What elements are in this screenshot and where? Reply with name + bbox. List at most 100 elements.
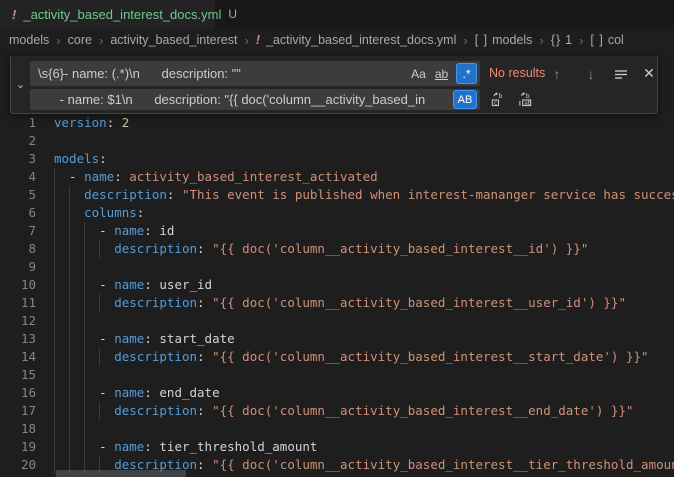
replace-input[interactable]: - name: $1\n description: "{{ doc('colum… [30,89,480,110]
breadcrumb-item-col[interactable]: [ ]col [590,33,623,47]
code-line: 17 description: "{{ doc('column__activit… [0,402,674,420]
breadcrumb-label: core [68,33,92,47]
code-line: 13 - name: start_date [0,330,674,348]
line-number: 9 [0,258,36,276]
breadcrumb-separator-icon: › [56,33,60,48]
breadcrumb-label: models [492,33,532,47]
indent-guide [54,312,55,330]
indent-guide [54,258,55,276]
tab-active-yaml-file[interactable]: ! _activity_based_interest_docs.yml U [0,0,215,28]
code-line-text: description: "{{ doc('column__activity_b… [54,294,626,312]
replace-row: - name: $1\n description: "{{ doc('colum… [11,89,657,110]
code-line: 16 - name: end_date [0,384,674,402]
previous-match-button[interactable]: ↑ [545,62,569,85]
code-line: 19 - name: tier_threshold_amount [0,438,674,456]
replace-all-button[interactable]: b ab [513,89,537,110]
preserve-case-toggle[interactable]: AB [453,90,477,109]
warning-icon: ! [256,33,260,47]
line-number: 15 [0,366,36,384]
match-case-toggle[interactable]: Aa [408,63,429,84]
breadcrumb-label: col [608,33,624,47]
indent-guide [54,420,55,438]
editor-pane[interactable]: 1version: 223models:4 - name: activity_b… [0,52,674,477]
line-number: 18 [0,420,36,438]
tab-bar: ! _activity_based_interest_docs.yml U [0,0,674,28]
next-match-button[interactable]: ↓ [579,62,603,85]
replace-one-button[interactable]: b c [485,89,509,110]
breadcrumb-item-1[interactable]: {} 1 [551,33,572,47]
find-in-selection-button[interactable] [609,62,633,85]
breadcrumb-separator-icon: › [579,33,583,48]
code-line: 3models: [0,150,674,168]
indent-guide [84,312,85,330]
replace-all-icon: b ab [518,92,533,107]
code-line-text: columns: [54,204,144,222]
breadcrumb-item-activity_based_interest[interactable]: activity_based_interest [110,33,237,47]
code-line-text: - name: activity_based_interest_activate… [54,168,378,186]
indent-guide [69,258,70,276]
line-number: 11 [0,294,36,312]
code-line: 1version: 2 [0,114,674,132]
indent-guide [69,420,70,438]
breadcrumb-separator-icon: › [244,33,248,48]
svg-text:c: c [493,100,497,107]
indent-guide [69,312,70,330]
line-number: 20 [0,456,36,474]
code-line: 9 [0,258,674,276]
code-line-text: description: "{{ doc('column__activity_b… [54,348,649,366]
breadcrumb-label: activity_based_interest [110,33,237,47]
code-line-text: description: "This event is published wh… [54,186,674,204]
code-line: 2 [0,132,674,150]
horizontal-scrollbar[interactable] [56,470,186,477]
array-symbol-icon: [ ] [475,33,488,47]
svg-text:ab: ab [524,100,532,107]
replace-value-text: - name: $1\n description: "{{ doc('colum… [30,89,480,110]
indent-guide [84,366,85,384]
breadcrumb-item-models[interactable]: [ ] models [475,33,533,47]
svg-text:b: b [525,92,529,100]
line-number: 13 [0,330,36,348]
line-number: 2 [0,132,36,150]
line-number: 12 [0,312,36,330]
breadcrumb-label: _activity_based_interest_docs.yml [266,33,456,47]
regex-toggle[interactable]: .* [456,63,477,84]
code-line-text: - name: end_date [54,384,220,402]
indent-guide [84,420,85,438]
breadcrumb-item-models[interactable]: models [9,33,49,47]
svg-text:b: b [498,92,502,100]
code-line: 6 columns: [0,204,674,222]
find-input[interactable]: \s{6}- name: (.*)\n description: "" Aa a… [30,61,480,86]
breadcrumb-separator-icon: › [463,33,467,48]
code-line-text: models: [54,150,107,168]
vscode-window: ! _activity_based_interest_docs.yml U mo… [0,0,674,477]
line-number: 10 [0,276,36,294]
tab-filename: _activity_based_interest_docs.yml [23,7,221,22]
close-find-button[interactable]: ✕ [637,62,661,85]
code-area: 1version: 223models:4 - name: activity_b… [0,114,674,474]
find-results-status: No results [489,61,545,86]
breadcrumb-label: 1 [565,33,572,47]
yaml-file-icon: ! [12,7,16,22]
breadcrumb-item-core[interactable]: core [68,33,92,47]
code-line-text: - name: id [54,222,174,240]
code-line: 10 - name: user_id [0,276,674,294]
line-number: 19 [0,438,36,456]
code-line: 4 - name: activity_based_interest_activa… [0,168,674,186]
code-line: 12 [0,312,674,330]
code-line-text: description: "{{ doc('column__activity_b… [54,402,634,420]
code-line: 8 description: "{{ doc('column__activity… [0,240,674,258]
code-line: 11 description: "{{ doc('column__activit… [0,294,674,312]
code-line: 18 [0,420,674,438]
replace-icon: b c [490,92,505,107]
indent-guide [84,258,85,276]
find-in-selection-icon [614,67,628,81]
code-line-text: - name: tier_threshold_amount [54,438,317,456]
find-replace-widget: ⌄ \s{6}- name: (.*)\n description: "" Aa… [10,56,658,114]
git-status-untracked: U [228,7,237,21]
indent-guide [69,366,70,384]
breadcrumb-item-_activity_based_interest_docs.yml[interactable]: ! _activity_based_interest_docs.yml [256,33,457,47]
code-line: 7 - name: id [0,222,674,240]
whole-word-toggle[interactable]: ab [431,63,452,84]
object-symbol-icon: {} [551,33,561,47]
code-line-text: - name: user_id [54,276,212,294]
